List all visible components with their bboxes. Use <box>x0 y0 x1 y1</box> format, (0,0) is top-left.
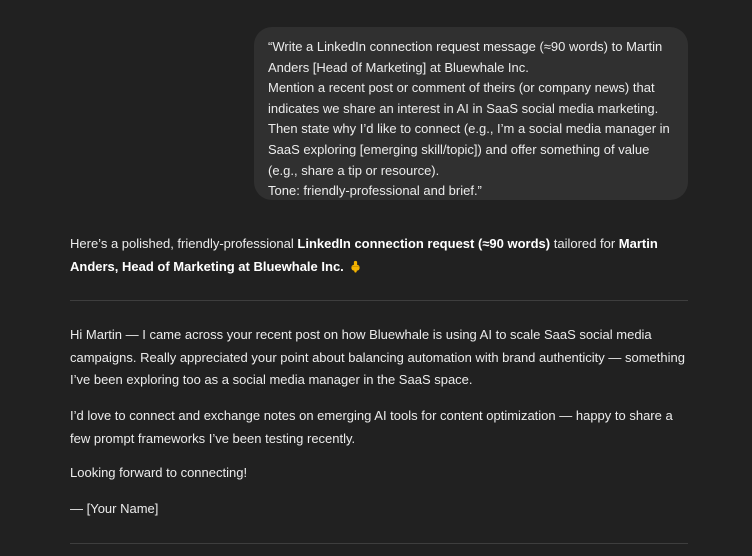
user-message-line: Then state why I’d like to connect (e.g.… <box>268 121 670 137</box>
intro-text: Here’s a polished, friendly-professional <box>70 236 298 251</box>
user-message-bubble: “Write a LinkedIn connection request mes… <box>254 27 688 200</box>
intro-bold-recipient: Anders, Head of Marketing at Bluewhale I… <box>70 259 344 274</box>
assistant-response: Here’s a polished, friendly-professional… <box>70 232 690 278</box>
intro-text: tailored for <box>550 236 619 251</box>
section-divider <box>70 543 688 544</box>
message-line: Hi Martin — I came across your recent po… <box>70 327 652 342</box>
user-message-line: (e.g., share a tip or resource). <box>268 162 440 178</box>
assistant-intro: Here’s a polished, friendly-professional… <box>70 232 690 278</box>
user-message-line: indicates we share an interest in AI in … <box>268 100 659 116</box>
user-message-line: Anders [Head of Marketing] at Bluewhale … <box>268 59 529 75</box>
message-signature: — [Your Name] <box>70 501 159 516</box>
intro-bold-request: LinkedIn connection request (≈90 words) <box>297 236 551 251</box>
message-closing: Looking forward to connecting! <box>70 465 248 480</box>
user-message-line: “Write a LinkedIn connection request mes… <box>268 39 663 54</box>
intro-bold-recipient: Martin <box>618 236 658 251</box>
message-line: few prompt frameworks I’ve been testing … <box>70 430 356 446</box>
section-divider <box>70 300 688 301</box>
user-message-line: Tone: friendly-professional and brief.” <box>268 183 482 199</box>
chat-page: “Write a LinkedIn connection request mes… <box>0 0 752 556</box>
user-message-line: SaaS exploring [emerging skill/topic]) a… <box>268 141 650 157</box>
user-message-line: Mention a recent post or comment of thei… <box>268 80 655 96</box>
message-paragraph: I’d love to connect and exchange notes o… <box>70 405 690 450</box>
pointing-down-hand-icon <box>351 260 360 273</box>
message-paragraph: Hi Martin — I came across your recent po… <box>70 324 690 392</box>
message-line: I’d love to connect and exchange notes o… <box>70 408 673 423</box>
message-line: campaigns. Really appreciated your point… <box>70 349 685 365</box>
message-line: I’ve been exploring too as a social medi… <box>70 372 473 388</box>
